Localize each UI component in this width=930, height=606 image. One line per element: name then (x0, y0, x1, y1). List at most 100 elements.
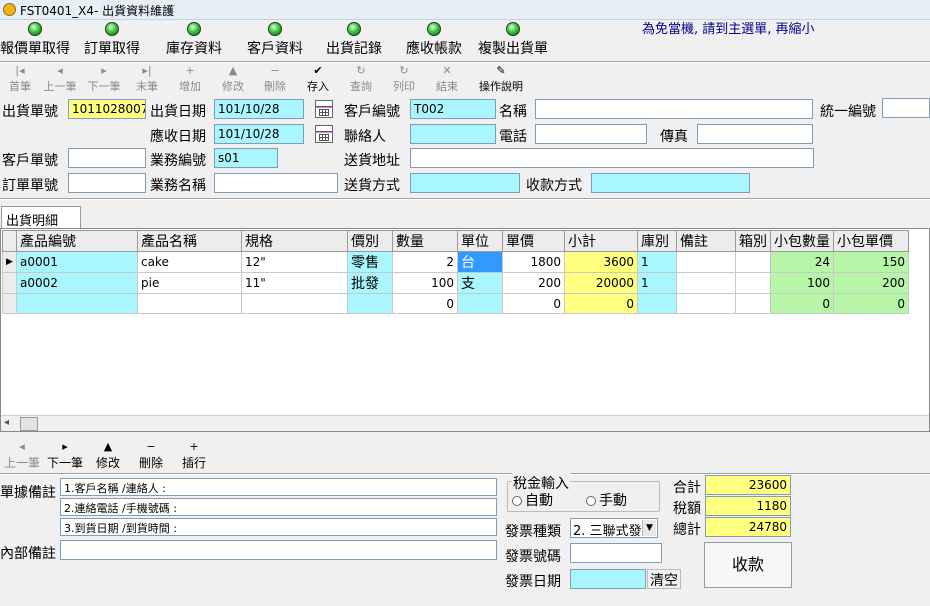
table-row[interactable]: ▶ a0001 cake 12" 零售 2 台 1800 3600 1 24 150 (2, 251, 909, 273)
table-cell[interactable] (457, 293, 503, 314)
query-button[interactable]: ↻ 查詢 (341, 64, 381, 94)
internal-remark-field[interactable] (60, 540, 497, 560)
tax-id-field[interactable] (882, 98, 930, 118)
column-header[interactable]: 小計 (564, 230, 638, 252)
tax-manual-radio[interactable]: 手動 (586, 490, 627, 510)
table-cell[interactable]: 200 (502, 272, 565, 294)
table-cell[interactable] (676, 251, 736, 273)
tax-auto-radio[interactable]: 自動 (512, 490, 553, 510)
table-cell[interactable]: 20000 (564, 272, 638, 294)
table-cell[interactable]: cake (137, 251, 242, 273)
table-cell[interactable] (735, 251, 771, 273)
table-cell[interactable]: 零售 (347, 251, 393, 273)
table-cell[interactable]: 200 (833, 272, 909, 294)
column-header[interactable]: 價別 (347, 230, 393, 252)
scroll-left-icon[interactable]: ◂ (4, 417, 9, 428)
name-field[interactable] (535, 99, 813, 119)
invoice-date-field[interactable] (570, 569, 646, 589)
table-cell[interactable] (676, 293, 736, 314)
remark-line-1[interactable]: 1.客戶名稱 /連絡人 : (60, 478, 497, 496)
tab-ship-detail[interactable]: 出貨明細 (1, 206, 81, 229)
sales-name-field[interactable] (214, 173, 338, 193)
save-button[interactable]: ✔ 存入 (298, 64, 338, 94)
column-header[interactable]: 庫別 (637, 230, 677, 252)
table-cell[interactable]: 12" (241, 251, 348, 273)
row-selector[interactable] (2, 272, 17, 294)
table-cell[interactable]: 100 (392, 272, 458, 294)
prev-record-button[interactable]: ◂ 上一筆 (40, 64, 80, 94)
row-selector[interactable] (2, 293, 17, 314)
table-cell[interactable]: pie (137, 272, 242, 294)
scroll-thumb[interactable] (20, 417, 38, 431)
table-cell[interactable]: 0 (392, 293, 458, 314)
detail-edit-button[interactable]: ▲ 修改 (86, 440, 130, 470)
phone-field[interactable] (535, 124, 647, 144)
remark-line-2[interactable]: 2.連絡電話 /手機號碼 : (60, 498, 497, 516)
table-cell[interactable] (347, 293, 393, 314)
column-header[interactable]: 規格 (241, 230, 348, 252)
table-cell[interactable]: 24 (770, 251, 834, 273)
fax-field[interactable] (697, 124, 813, 144)
chevron-down-icon[interactable]: ▼ (642, 520, 656, 536)
cust-no-field[interactable]: T002 (410, 99, 496, 119)
column-header[interactable]: 單價 (502, 230, 565, 252)
delete-button[interactable]: − 刪除 (255, 64, 295, 94)
table-cell[interactable]: a0001 (16, 251, 138, 273)
table-cell[interactable]: a0002 (16, 272, 138, 294)
invoice-no-field[interactable] (570, 543, 662, 563)
table-cell[interactable] (16, 293, 138, 314)
tax-field[interactable]: 1180 (705, 496, 791, 516)
table-cell[interactable]: 1 (637, 272, 677, 294)
first-record-button[interactable]: |◂ 首筆 (0, 64, 40, 94)
table-cell[interactable] (137, 293, 242, 314)
detail-next-button[interactable]: ▸ 下一筆 (43, 440, 87, 470)
detail-prev-button[interactable]: ◂ 上一筆 (0, 440, 44, 470)
sales-no-field[interactable]: s01 (214, 148, 278, 168)
table-cell[interactable]: 150 (833, 251, 909, 273)
column-header[interactable]: 小包單價 (833, 230, 909, 252)
last-record-button[interactable]: ▸| 末筆 (127, 64, 167, 94)
table-cell[interactable]: 批發 (347, 272, 393, 294)
remark-line-3[interactable]: 3.到貨日期 /到貨時間 : (60, 518, 497, 536)
invoice-type-select[interactable]: 2. 三聯式發 ▼ (570, 518, 658, 538)
table-cell[interactable]: 0 (770, 293, 834, 314)
recv-date-field[interactable]: 101/10/28 (214, 124, 304, 144)
table-cell[interactable] (241, 293, 348, 314)
column-header[interactable]: 數量 (392, 230, 458, 252)
current-row-icon[interactable]: ▶ (2, 251, 17, 273)
column-header[interactable]: 小包數量 (770, 230, 834, 252)
column-header[interactable]: 備註 (676, 230, 736, 252)
table-cell[interactable]: 3600 (564, 251, 638, 273)
clear-button[interactable]: 清空 (647, 569, 681, 589)
recv-date-calendar-icon[interactable] (315, 125, 333, 143)
table-cell[interactable]: 11" (241, 272, 348, 294)
ship-method-field[interactable] (410, 173, 520, 193)
table-row[interactable]: 00000 (2, 293, 909, 314)
table-cell[interactable] (676, 272, 736, 294)
order-no-field[interactable] (68, 173, 146, 193)
ship-date-field[interactable]: 101/10/28 (214, 99, 304, 119)
add-button[interactable]: + 增加 (170, 64, 210, 94)
column-header[interactable]: 單位 (457, 230, 503, 252)
table-cell[interactable]: 1800 (502, 251, 565, 273)
table-cell[interactable] (735, 293, 771, 314)
cust-order-field[interactable] (68, 148, 146, 168)
menu-item-6[interactable]: 複製出貨單 (478, 20, 548, 60)
help-button[interactable]: ✎ 操作說明 (475, 64, 527, 94)
menu-item-5[interactable]: 應收帳款 (406, 20, 462, 60)
edit-button[interactable]: ▲ 修改 (213, 64, 253, 94)
table-cell[interactable]: 1 (637, 251, 677, 273)
collect-button[interactable]: 收款 (704, 542, 792, 588)
menu-item-4[interactable]: 出貨記錄 (326, 20, 382, 60)
column-header[interactable]: 產品編號 (16, 230, 138, 252)
ship-no-field[interactable]: 1011028007 (68, 99, 146, 119)
menu-item-2[interactable]: 庫存資料 (166, 20, 222, 60)
contact-field[interactable] (410, 124, 496, 144)
table-row[interactable]: a0002 pie 11" 批發 100 支 200 20000 1 100 200 (2, 272, 909, 294)
ship-date-calendar-icon[interactable] (315, 100, 333, 118)
print-button[interactable]: ↻ 列印 (384, 64, 424, 94)
table-cell[interactable]: 0 (833, 293, 909, 314)
table-cell[interactable]: 2 (392, 251, 458, 273)
subtotal-field[interactable]: 23600 (705, 475, 791, 495)
close-button[interactable]: ✕ 結束 (427, 64, 467, 94)
